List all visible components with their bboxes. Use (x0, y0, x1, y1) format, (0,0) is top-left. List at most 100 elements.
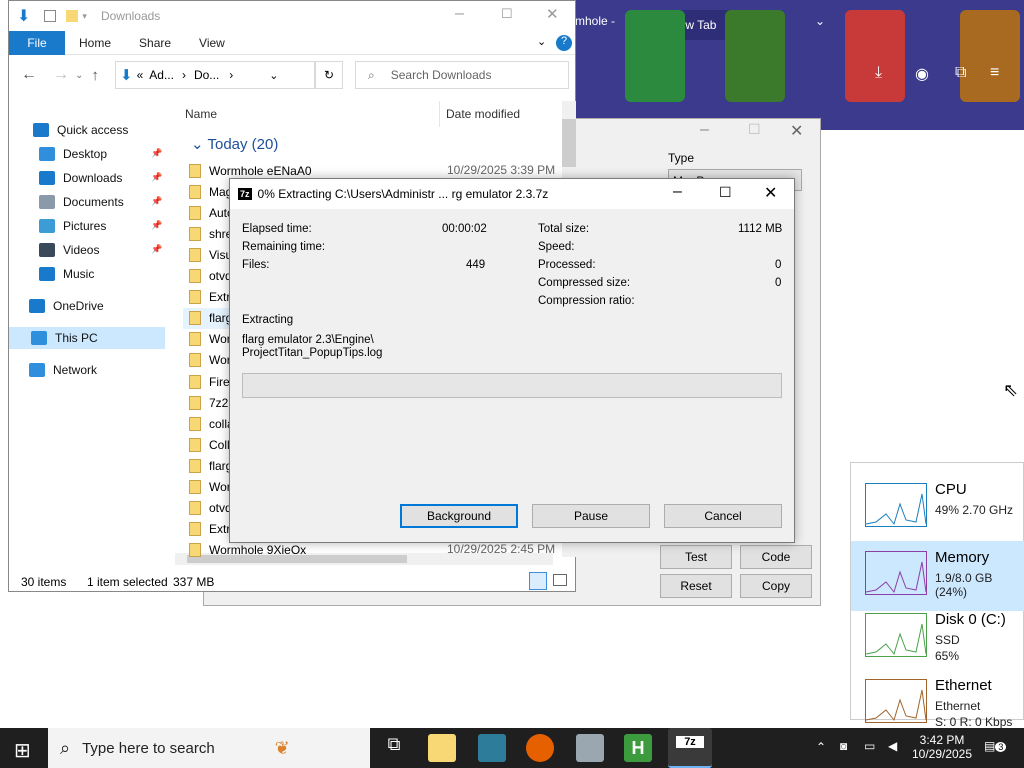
app-icon[interactable] (576, 734, 604, 762)
taskbar-search[interactable]: ⌕ Type here to search ❦ (48, 728, 370, 768)
breadcrumb-downloads[interactable]: Do... (194, 68, 219, 82)
menu-icon[interactable]: ≡ (990, 64, 999, 82)
chevron-down-icon[interactable]: ⌄ (269, 69, 278, 82)
maximize-icon[interactable]: ☐ (719, 184, 732, 201)
list-item[interactable]: Firef (189, 371, 233, 392)
reset-button[interactable]: Reset (660, 574, 732, 598)
network-icon[interactable]: ▭ (864, 739, 875, 753)
clock[interactable]: 3:42 PM 10/29/2025 (910, 733, 974, 761)
sidebar-item-network[interactable]: Network (29, 359, 97, 381)
list-item[interactable]: shre (189, 223, 232, 244)
share-tab[interactable]: Share (139, 36, 171, 50)
close-icon[interactable]: ✕ (546, 5, 559, 23)
list-item[interactable]: Mag (189, 181, 232, 202)
folder-icon[interactable] (66, 10, 79, 22)
sidebar-item-videos[interactable]: Videos (39, 239, 99, 261)
pause-button[interactable]: Pause (532, 504, 650, 528)
current-path-line1: flarg emulator 2.3\Engine\ (242, 334, 374, 346)
tray-icon[interactable]: ◙ (840, 739, 847, 753)
pin-icon[interactable]: 📌 (151, 220, 162, 231)
perf-item-cpu[interactable]: CPU 49% 2.70 GHz (851, 473, 1024, 543)
file-explorer-taskbar-icon[interactable] (428, 734, 456, 762)
store-icon[interactable] (478, 734, 506, 762)
search-icon: ⌕ (368, 67, 375, 82)
sidebar-item-label: Videos (63, 243, 100, 257)
chevron-down-icon[interactable]: ⌄ (815, 14, 825, 28)
background-button[interactable]: Background (400, 504, 518, 528)
sidebar-item-pictures[interactable]: Pictures (39, 215, 106, 237)
search-input[interactable]: ⌕ Search Downloads (355, 61, 569, 89)
download-icon[interactable]: ⤓ (875, 64, 882, 82)
maximize-icon[interactable]: ☐ (748, 121, 761, 138)
chevron-up-icon[interactable]: ⌃ (816, 740, 826, 754)
processed-label: Processed: (538, 259, 596, 271)
list-item[interactable]: otvd (189, 498, 232, 519)
maximize-icon[interactable]: ☐ (501, 6, 513, 22)
refresh-icon[interactable]: ↻ (315, 61, 343, 89)
file-icon (189, 269, 201, 283)
list-item[interactable]: flarg (189, 455, 232, 476)
column-name[interactable]: Name (185, 107, 217, 121)
notification-icon[interactable]: ▤ 3 (984, 739, 1007, 753)
pin-icon[interactable]: 📌 (151, 244, 162, 255)
address-row: ← → ⌄ ↑ ⬇ « Ad... › Do... › ⌄ ↻ ⌕ Search… (9, 55, 575, 95)
volume-icon[interactable]: ◀ (888, 739, 897, 753)
help-icon[interactable]: ? (556, 35, 572, 51)
chevron-down-icon[interactable]: ▾ (82, 11, 87, 22)
sidebar-item-quick-access[interactable]: Quick access (33, 119, 128, 141)
address-bar[interactable]: ⬇ « Ad... › Do... › ⌄ (115, 61, 315, 89)
minimize-icon[interactable]: – (700, 121, 709, 139)
perf-item-disk[interactable]: Disk 0 (C:) SSD 65% (851, 603, 1024, 673)
scrollbar-thumb[interactable] (562, 119, 576, 167)
column-date-modified[interactable]: Date modified (446, 107, 520, 121)
extracting-label: Extracting (242, 314, 294, 326)
copy-button[interactable]: Copy (740, 574, 812, 598)
close-icon[interactable]: ✕ (764, 183, 777, 203)
file-icon (189, 353, 201, 368)
forward-icon[interactable]: → (53, 66, 69, 84)
list-item[interactable]: colla (189, 413, 234, 434)
chevron-down-icon[interactable]: ⌄ (537, 35, 546, 48)
browser-tab-title[interactable]: mhole - (575, 14, 615, 28)
close-icon[interactable]: ✕ (790, 121, 803, 141)
minimize-icon[interactable]: – (673, 183, 682, 201)
windows-start-icon[interactable]: ⊞ (14, 738, 31, 763)
sidebar-item-documents[interactable]: Documents (39, 191, 124, 213)
home-tab[interactable]: Home (79, 36, 111, 50)
7zip-taskbar-icon[interactable]: 7z (668, 728, 712, 768)
perf-item-memory[interactable]: Memory 1.9/8.0 GB (24%) (851, 541, 1024, 611)
firefox-icon[interactable] (526, 734, 554, 762)
sidebar-item-desktop[interactable]: Desktop (39, 143, 107, 165)
total-size-value: 1112 MB (738, 223, 783, 235)
sidebar-item-onedrive[interactable]: OneDrive (29, 295, 104, 317)
file-icon (189, 184, 201, 199)
test-button[interactable]: Test (660, 545, 732, 569)
back-icon[interactable]: ← (21, 66, 37, 84)
sidebar-item-this-pc[interactable]: This PC (9, 327, 165, 349)
sidebar-item-music[interactable]: Music (39, 263, 94, 285)
pin-icon[interactable]: 📌 (151, 196, 162, 207)
list-item[interactable]: Auto (189, 202, 234, 223)
pin-icon[interactable]: 📌 (151, 172, 162, 183)
list-item[interactable]: Visu (189, 244, 232, 265)
details-view-icon[interactable] (529, 572, 547, 590)
minimize-icon[interactable]: – (455, 5, 464, 23)
sidebar-item-downloads[interactable]: Downloads (39, 167, 122, 189)
file-tab[interactable]: File (9, 30, 65, 55)
up-icon[interactable]: ↑ (91, 67, 99, 84)
extensions-icon[interactable]: ⧉ (955, 64, 966, 82)
chevron-down-icon[interactable]: ⌄ (75, 70, 83, 81)
code-button[interactable]: Code (740, 545, 812, 569)
h-app-icon[interactable]: H (624, 734, 652, 762)
view-tab[interactable]: View (199, 36, 225, 50)
properties-icon[interactable] (44, 10, 57, 22)
task-view-icon[interactable]: ⧉ (380, 734, 408, 762)
list-item[interactable]: otvd (189, 266, 232, 287)
group-header[interactable]: ⌄ Today (20) (191, 135, 278, 153)
breadcrumb-admin[interactable]: Ad... (149, 68, 174, 82)
profile-icon[interactable]: ◉ (915, 64, 929, 84)
large-icons-view-icon[interactable] (553, 574, 567, 586)
pin-icon[interactable]: 📌 (151, 148, 162, 159)
divider (439, 101, 440, 127)
cancel-button[interactable]: Cancel (664, 504, 782, 528)
